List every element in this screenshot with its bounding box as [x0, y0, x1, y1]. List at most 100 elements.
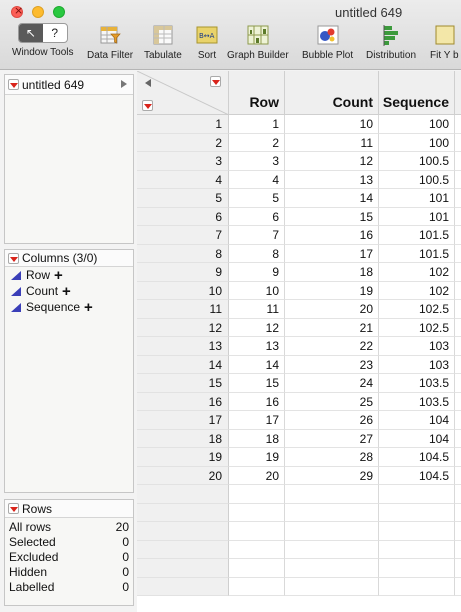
column-header-count[interactable]: Count	[285, 71, 379, 115]
table-cell[interactable]: 18	[229, 429, 285, 448]
column-header-red-triangle-menu[interactable]	[210, 76, 221, 87]
table-cell[interactable]	[455, 356, 461, 374]
column-item-count[interactable]: Count +	[5, 283, 133, 299]
rows-red-triangle-menu[interactable]	[8, 503, 19, 514]
table-cell[interactable]: 14	[285, 189, 379, 208]
row-number-cell[interactable]: 11	[137, 300, 229, 319]
table-cell[interactable]	[455, 189, 461, 208]
row-number-cell[interactable]: 5	[137, 189, 229, 208]
bubble-plot-button[interactable]: Bubble Plot	[302, 23, 353, 61]
table-cell[interactable]: 25	[285, 392, 379, 411]
table-cell[interactable]	[455, 504, 461, 522]
row-number-cell[interactable]	[137, 559, 229, 578]
column-header-sequence[interactable]: Sequence	[379, 71, 455, 115]
table-cell[interactable]: 2	[229, 133, 285, 152]
table-cell[interactable]: 100.5	[379, 152, 455, 171]
table-cell[interactable]: 10	[285, 115, 379, 134]
table-cell[interactable]	[455, 430, 461, 448]
table-cell[interactable]	[379, 522, 455, 541]
table-cell[interactable]: 13	[229, 337, 285, 356]
row-number-cell[interactable]: 1	[137, 115, 229, 134]
tabulate-button[interactable]: Tabulate	[144, 23, 182, 61]
table-cell[interactable]: 102	[379, 263, 455, 282]
table-cell[interactable]: 103.5	[379, 392, 455, 411]
row-number-cell[interactable]: 13	[137, 337, 229, 356]
table-cell[interactable]: 20	[285, 300, 379, 319]
row-number-cell[interactable]: 9	[137, 263, 229, 282]
table-cell[interactable]	[455, 263, 461, 282]
table-cell[interactable]: 6	[229, 207, 285, 226]
table-cell[interactable]: 104	[379, 429, 455, 448]
table-cell[interactable]	[285, 559, 379, 578]
table-cell[interactable]	[455, 208, 461, 226]
table-cell[interactable]	[455, 245, 461, 263]
table-cell[interactable]	[285, 522, 379, 541]
table-cell[interactable]: 102.5	[379, 300, 455, 319]
table-cell[interactable]	[455, 485, 461, 504]
row-stat-selected[interactable]: Selected 0	[5, 535, 133, 550]
row-number-cell[interactable]: 20	[137, 466, 229, 485]
column-item-row[interactable]: Row +	[5, 267, 133, 283]
table-name[interactable]: untitled 649	[22, 78, 84, 92]
row-number-cell[interactable]: 12	[137, 318, 229, 337]
zoom-window-button[interactable]	[53, 6, 65, 18]
table-cell[interactable]: 100	[379, 115, 455, 134]
close-window-button[interactable]	[11, 4, 23, 18]
table-cell[interactable]: 16	[285, 226, 379, 245]
table-cell[interactable]	[285, 540, 379, 559]
table-red-triangle-menu[interactable]	[8, 79, 19, 90]
table-cell[interactable]	[455, 300, 461, 319]
table-cell[interactable]: 23	[285, 355, 379, 374]
table-cell[interactable]: 101.5	[379, 226, 455, 245]
table-cell[interactable]: 17	[229, 411, 285, 430]
row-number-cell[interactable]: 2	[137, 133, 229, 152]
table-cell[interactable]: 102.5	[379, 318, 455, 337]
table-cell[interactable]	[379, 577, 455, 596]
table-cell[interactable]: 104.5	[379, 448, 455, 467]
sort-button[interactable]: B↔A Sort	[195, 23, 219, 61]
column-header-empty[interactable]	[455, 71, 461, 115]
table-cell[interactable]	[229, 577, 285, 596]
table-cell[interactable]	[455, 226, 461, 245]
data-filter-button[interactable]: Data Filter	[87, 23, 133, 61]
table-cell[interactable]	[455, 134, 461, 152]
table-cell[interactable]: 102	[379, 281, 455, 300]
table-cell[interactable]: 22	[285, 337, 379, 356]
table-cell[interactable]: 29	[285, 466, 379, 485]
table-cell[interactable]: 11	[285, 133, 379, 152]
columns-red-triangle-menu[interactable]	[8, 252, 19, 264]
graph-builder-button[interactable]: Graph Builder	[227, 23, 289, 61]
table-cell[interactable]: 103	[379, 337, 455, 356]
table-cell[interactable]: 3	[229, 152, 285, 171]
row-stat-labelled[interactable]: Labelled 0	[5, 580, 133, 595]
row-number-cell[interactable]	[137, 503, 229, 522]
table-cell[interactable]: 21	[285, 318, 379, 337]
table-cell[interactable]	[455, 337, 461, 356]
row-header-red-triangle-menu[interactable]	[142, 100, 153, 111]
table-cell[interactable]: 100	[379, 133, 455, 152]
table-cell[interactable]	[379, 540, 455, 559]
table-cell[interactable]: 19	[229, 448, 285, 467]
table-cell[interactable]: 103	[379, 355, 455, 374]
row-number-cell[interactable]: 18	[137, 429, 229, 448]
table-cell[interactable]: 15	[229, 374, 285, 393]
distribution-button[interactable]: Distribution	[366, 23, 416, 61]
collapse-left-arrow-icon[interactable]	[145, 79, 151, 87]
table-cell[interactable]	[229, 540, 285, 559]
table-cell[interactable]	[455, 374, 461, 393]
column-item-sequence[interactable]: Sequence +	[5, 299, 133, 315]
row-number-cell[interactable]: 6	[137, 207, 229, 226]
table-cell[interactable]: 104	[379, 411, 455, 430]
table-cell[interactable]	[285, 503, 379, 522]
row-number-cell[interactable]	[137, 485, 229, 504]
table-cell[interactable]	[455, 152, 461, 171]
run-script-arrow-icon[interactable]	[121, 80, 127, 88]
table-cell[interactable]: 4	[229, 170, 285, 189]
table-cell[interactable]	[455, 171, 461, 189]
table-cell[interactable]: 8	[229, 244, 285, 263]
table-cell[interactable]: 19	[285, 281, 379, 300]
help-tool-button[interactable]: ?	[43, 24, 67, 42]
table-cell[interactable]	[285, 485, 379, 504]
table-cell[interactable]	[229, 503, 285, 522]
table-cell[interactable]	[229, 559, 285, 578]
